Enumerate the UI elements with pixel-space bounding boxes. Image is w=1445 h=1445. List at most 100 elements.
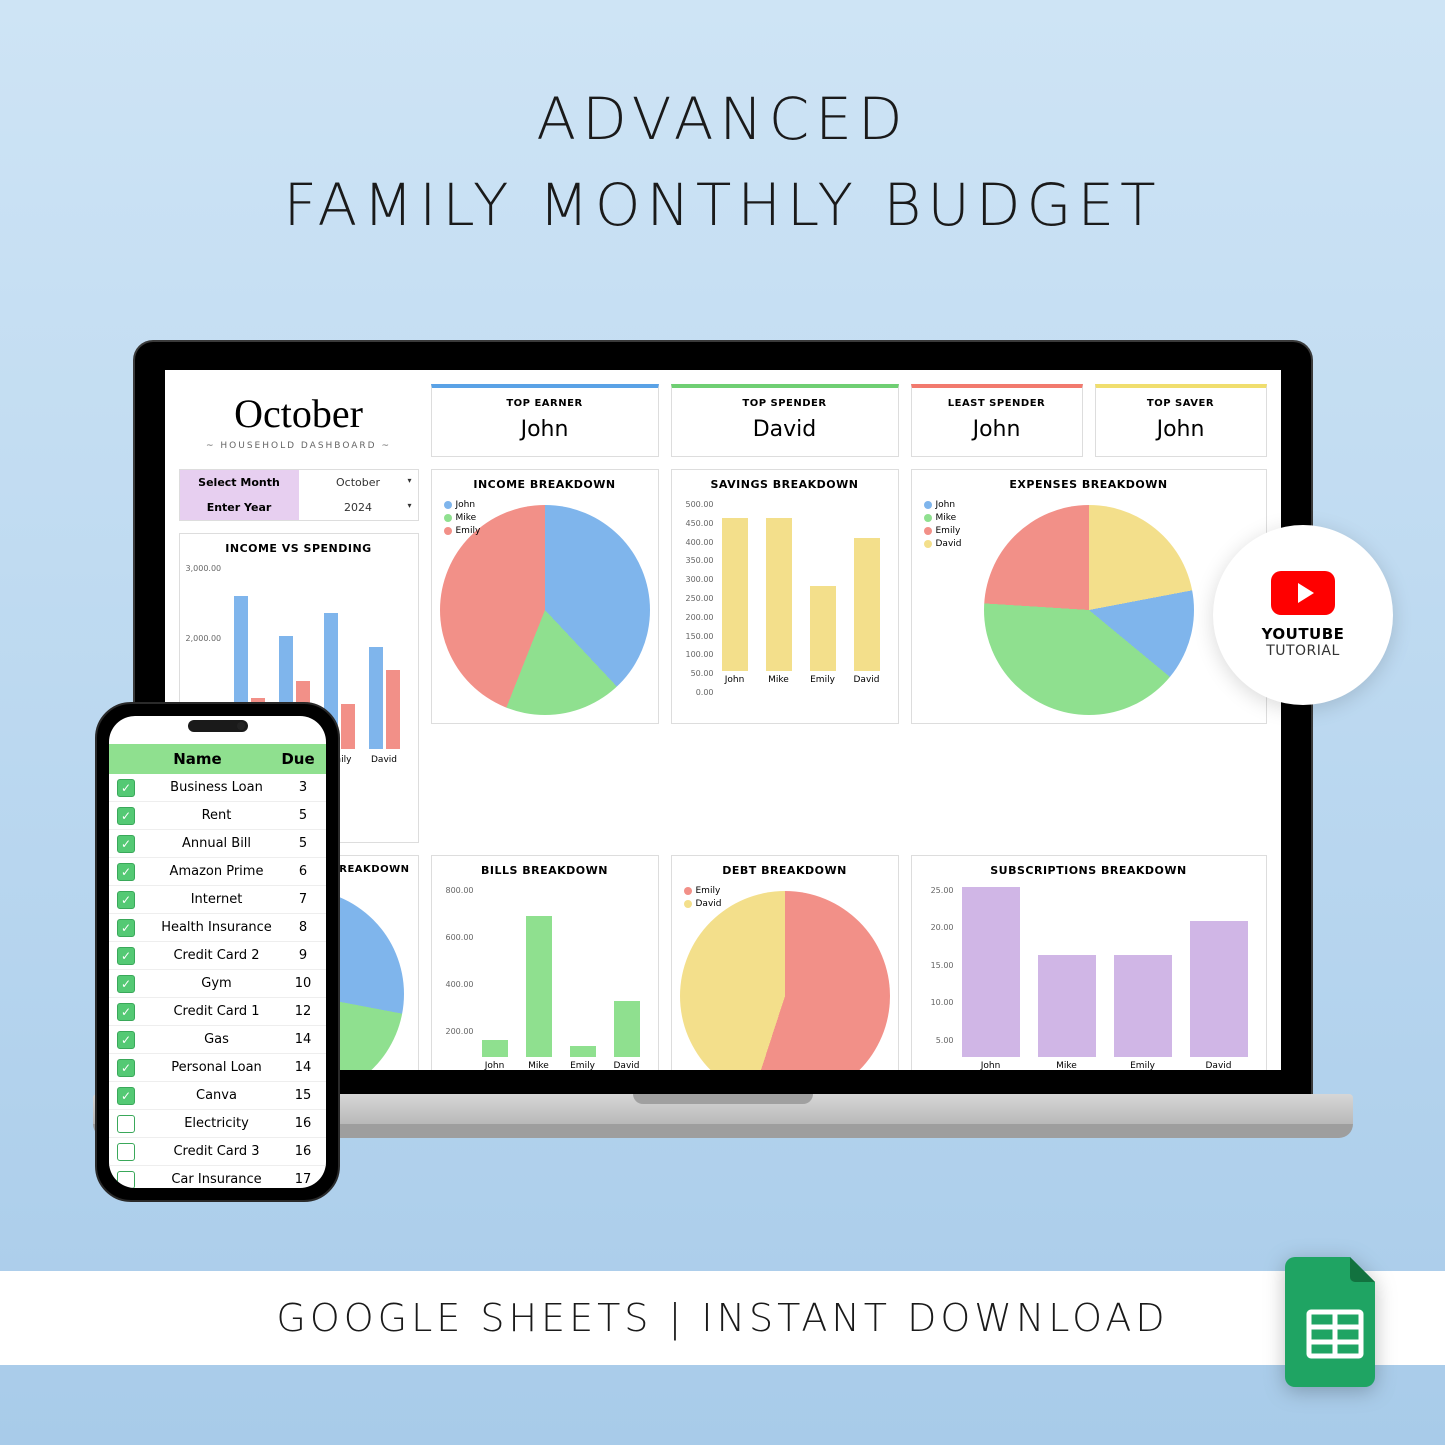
list-item: ✓Credit Card 112 — [109, 998, 326, 1026]
list-item: ✓ Personal Loan14 — [109, 1054, 326, 1082]
list-item: ✓Gym10 — [109, 970, 326, 998]
item-due: 17 — [288, 1172, 318, 1187]
legend: Emily David — [684, 886, 722, 912]
subscriptions-bars: JohnMikeEmilyDavid — [920, 891, 1258, 1071]
item-name: Rent — [145, 808, 288, 823]
checkbox[interactable]: ✓ — [117, 1059, 135, 1077]
item-name: Business Loan — [145, 780, 288, 795]
bar: David — [854, 538, 880, 685]
checkbox[interactable]: ✓ — [117, 807, 135, 825]
bar: Emily — [810, 586, 836, 685]
item-name: Personal Loan — [145, 1060, 288, 1075]
item-due: 7 — [288, 892, 318, 907]
stat-label: TOP SPENDER — [676, 398, 894, 409]
checkbox[interactable] — [117, 1171, 135, 1189]
stat-value: John — [916, 417, 1078, 442]
list-item: ✓Canva15 — [109, 1082, 326, 1110]
item-due: 6 — [288, 864, 318, 879]
legend-item: Emily — [936, 526, 961, 536]
checkbox[interactable]: ✓ — [117, 947, 135, 965]
month-header: October ~ HOUSEHOLD DASHBOARD ~ — [179, 384, 419, 457]
stat-top-spender: TOP SPENDER David — [671, 384, 899, 457]
item-name: Credit Card 3 — [145, 1144, 288, 1159]
subscriptions-breakdown-card: SUBSCRIPTIONS BREAKDOWN 25.0020.0015.001… — [911, 855, 1267, 1071]
dashboard-subtitle: ~ HOUSEHOLD DASHBOARD ~ — [185, 441, 413, 451]
item-name: Credit Card 1 — [145, 1004, 288, 1019]
checkbox[interactable]: ✓ — [117, 1087, 135, 1105]
checkbox[interactable]: ✓ — [117, 919, 135, 937]
item-due: 3 — [288, 780, 318, 795]
select-month-label: Select Month — [180, 470, 299, 495]
col-name: Name — [117, 750, 278, 768]
chart-title: EXPENSES BREAKDOWN — [920, 478, 1258, 491]
select-month-dropdown[interactable]: October — [299, 470, 418, 495]
list-item: ✓ Rent5 — [109, 802, 326, 830]
stat-value: David — [676, 417, 894, 442]
item-due: 10 — [288, 976, 318, 991]
legend-item: David — [936, 539, 962, 549]
item-due: 14 — [288, 1060, 318, 1075]
legend-item: David — [696, 899, 722, 909]
checkbox[interactable]: ✓ — [117, 835, 135, 853]
list-item: ✓ Internet7 — [109, 886, 326, 914]
debt-breakdown-card: DEBT BREAKDOWN Emily David — [671, 855, 899, 1071]
bar: John — [962, 887, 1020, 1071]
footer-text: GOOGLE SHEETS | INSTANT DOWNLOAD — [276, 1296, 1168, 1340]
stat-label: TOP EARNER — [436, 398, 654, 409]
expenses-pie — [984, 505, 1194, 715]
checkbox[interactable]: ✓ — [117, 975, 135, 993]
checkbox[interactable]: ✓ — [117, 1031, 135, 1049]
hero-title: ADVANCED FAMILY MONTHLY BUDGET — [0, 0, 1445, 239]
legend-item: John — [456, 500, 476, 510]
chart-title: BILLS BREAKDOWN — [440, 864, 650, 877]
item-due: 16 — [288, 1116, 318, 1131]
chart-title: INCOME BREAKDOWN — [440, 478, 650, 491]
bar: John — [482, 1040, 508, 1071]
checkbox[interactable]: ✓ — [117, 779, 135, 797]
item-due: 5 — [288, 808, 318, 823]
bar: David — [614, 1001, 640, 1070]
legend: John Mike Emily David — [924, 500, 962, 552]
item-due: 14 — [288, 1032, 318, 1047]
phone-table-header: Name Due — [109, 744, 326, 774]
checkbox[interactable]: ✓ — [117, 1003, 135, 1021]
chart-title: SAVINGS BREAKDOWN — [680, 478, 890, 491]
stat-label: LEAST SPENDER — [916, 398, 1078, 409]
legend-item: John — [936, 500, 956, 510]
checkbox[interactable]: ✓ — [117, 863, 135, 881]
bills-breakdown-card: BILLS BREAKDOWN 800.00600.00400.00200.00… — [431, 855, 659, 1071]
youtube-line1: YOUTUBE — [1262, 625, 1345, 643]
stat-label: TOP SAVER — [1100, 398, 1262, 409]
item-name: Health Insurance — [145, 920, 288, 935]
stat-least-spender: LEAST SPENDER John — [911, 384, 1083, 457]
phone-screen: Name Due ✓Business Loan3✓Rent5✓Annual Bi… — [109, 716, 326, 1188]
savings-bars: JohnMikeEmilyDavid — [680, 505, 890, 685]
list-item: Car Insurance17 — [109, 1166, 326, 1188]
bar: Mike — [526, 916, 552, 1070]
google-sheets-icon — [1285, 1257, 1385, 1387]
chart-title: INCOME VS SPENDING — [188, 542, 410, 555]
item-name: Car Insurance — [145, 1172, 288, 1187]
list-item: ✓Gas14 — [109, 1026, 326, 1054]
list-item: ✓ Business Loan3 — [109, 774, 326, 802]
youtube-tutorial-badge[interactable]: YOUTUBE TUTORIAL — [1213, 525, 1393, 705]
legend-item: Mike — [456, 513, 477, 523]
stat-value: John — [436, 417, 654, 442]
month-title: October — [185, 390, 413, 437]
item-due: 5 — [288, 836, 318, 851]
bar: Emily — [1114, 955, 1172, 1071]
item-due: 15 — [288, 1088, 318, 1103]
debt-pie — [680, 891, 890, 1071]
list-item: ✓Credit Card 29 — [109, 942, 326, 970]
col-due: Due — [278, 750, 318, 768]
enter-year-input[interactable]: 2024 — [299, 495, 418, 520]
item-name: Internet — [145, 892, 288, 907]
hero-line2: FAMILY MONTHLY BUDGET — [0, 171, 1445, 239]
checkbox[interactable] — [117, 1115, 135, 1133]
stat-top-earner: TOP EARNER John — [431, 384, 659, 457]
checkbox[interactable]: ✓ — [117, 891, 135, 909]
item-due: 8 — [288, 920, 318, 935]
hero-line1: ADVANCED — [0, 85, 1445, 153]
checkbox[interactable] — [117, 1143, 135, 1161]
item-name: Amazon Prime — [145, 864, 288, 879]
